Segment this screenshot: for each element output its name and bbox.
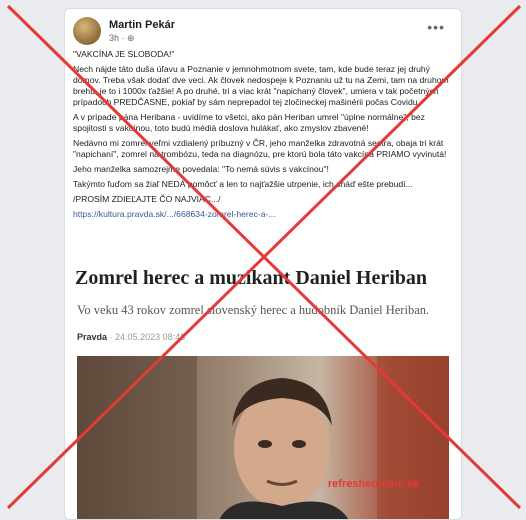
article-preview[interactable]: Zomrel herec a muzikant Daniel Heriban V… <box>65 259 461 519</box>
post-paragraph: Takýmto ľuďom sa žiaľ NEDÁ pomôcť a len … <box>73 179 413 189</box>
watermark: refresheonline.sk <box>327 478 419 490</box>
post-paragraph: "VAKCÍNA JE SLOBODA!" <box>73 49 175 59</box>
post-paragraph: Jeho manželka samozrejme povedala: "To n… <box>73 164 329 174</box>
post-paragraph: /PROSÍM ZDIEĽAJTE ČO NAJVIAC.../ <box>73 194 221 204</box>
post-header: Martin Pekár 3h · ⊕ ••• <box>73 17 453 47</box>
post-text: "VAKCÍNA JE SLOBODA!" Nech nájde táto du… <box>73 49 451 224</box>
avatar[interactable] <box>73 17 101 45</box>
article-photo[interactable]: refresheonline.sk <box>77 356 449 519</box>
post-time[interactable]: 3h · ⊕ <box>109 33 135 44</box>
article-title[interactable]: Zomrel herec a muzikant Daniel Heriban <box>75 267 427 290</box>
post-paragraph: Nedávno mi zomrel veľmi vzdialený príbuz… <box>73 138 447 159</box>
post-paragraph: Nech nájde táto duša úľavu a Poznanie v … <box>73 64 449 107</box>
article-date: 24.05.2023 08:48 <box>115 332 186 342</box>
facebook-post-card: Martin Pekár 3h · ⊕ ••• "VAKCÍNA JE SLOB… <box>64 8 462 520</box>
author-name[interactable]: Martin Pekár <box>109 19 175 31</box>
person-photo-illustration <box>77 356 449 519</box>
article-source: Pravda · 24.05.2023 08:48 <box>77 332 186 342</box>
source-name: Pravda <box>77 332 108 342</box>
post-paragraph: A v prípade pána Heribana - uvidíme to v… <box>73 112 425 133</box>
article-link[interactable]: https://kultura.pravda.sk/.../668634-zom… <box>73 209 276 219</box>
article-subtitle: Vo veku 43 rokov zomrel slovenský herec … <box>77 303 430 317</box>
more-options-icon[interactable]: ••• <box>427 19 445 35</box>
